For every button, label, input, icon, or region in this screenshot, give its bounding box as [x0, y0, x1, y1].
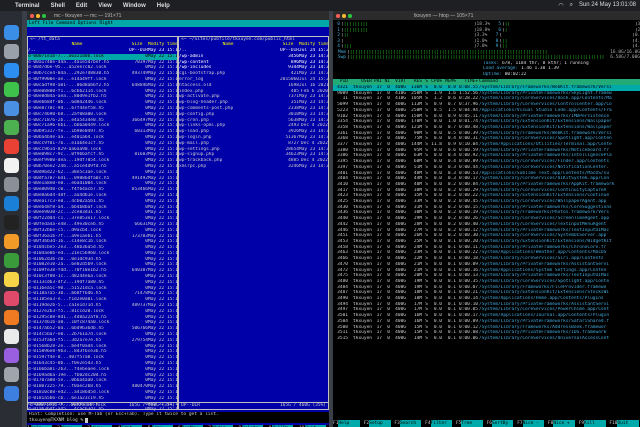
proc-mem: 0.1 — [447, 335, 456, 341]
mc-title-bar[interactable]: mc - tkxuyen — mc — 191×71 — [27, 11, 329, 20]
close-button[interactable] — [30, 13, 34, 18]
trash-icon[interactable] — [3, 367, 19, 382]
htop-key-kill[interactable]: F9Kill — [579, 420, 610, 427]
fkey-label: Tree — [461, 420, 483, 427]
htop-key-search[interactable]: F3Search — [394, 420, 425, 427]
fkey-label: Filter — [430, 420, 453, 427]
htop-key-setup[interactable]: F2Setup — [364, 420, 395, 427]
wifi-icon[interactable]: ◠ — [558, 2, 563, 9]
right-file-list[interactable]: /..UP--DIRJul 24 15:29/wp-admin3456May 2… — [179, 48, 328, 170]
fkey-label: SortBy — [491, 420, 514, 427]
close-button[interactable] — [336, 13, 340, 18]
menu-bar: Terminal Shell Edit View Window Help ◠ ⌕… — [0, 0, 640, 11]
podcasts-icon[interactable] — [3, 348, 19, 363]
zoom-button[interactable] — [348, 13, 352, 18]
minimize-button[interactable] — [36, 13, 40, 18]
htop-key-tree[interactable]: F5Tree — [456, 420, 487, 427]
mc-menu-bar[interactable]: Left File Command Options Right — [27, 20, 329, 27]
minimize-button[interactable] — [342, 13, 346, 18]
htop-key-quit[interactable]: F10Quit — [609, 420, 640, 427]
vim-icon[interactable] — [3, 253, 19, 268]
file-size: 3246 — [288, 163, 299, 169]
fkey-label: Nice - — [522, 420, 545, 427]
fkey-number: F10 — [609, 421, 618, 426]
htop-key-help[interactable]: F1Help — [333, 420, 364, 427]
left-file-list[interactable]: /..UP--DIRMay 23 15:18d-00071e1b-7...a63… — [28, 48, 177, 425]
left-disk-usage: 165G / 460G (35%) — [128, 403, 175, 408]
proc-user: tkxuyen — [353, 335, 372, 341]
file-mtime: May 23 14:38 — [299, 163, 328, 169]
proc-cmd: /System/Library/CoreServices/UniversalAc… — [479, 335, 610, 341]
terminal-icon[interactable] — [3, 215, 19, 230]
dock — [0, 11, 22, 427]
downloads-icon[interactable] — [3, 386, 19, 401]
mc-hint-area: Hint: Completion: use M-Tab (or Esc+Tab)… — [27, 412, 329, 423]
vscode-icon[interactable] — [3, 196, 19, 211]
activity-icon[interactable] — [3, 329, 19, 344]
mail-icon[interactable] — [3, 101, 19, 116]
launchpad-icon[interactable] — [3, 44, 19, 59]
clock[interactable]: Sun 24 May 13:01:08 — [579, 2, 636, 9]
htop-key-sortby[interactable]: F6SortBy — [487, 420, 518, 427]
mc-left-panel[interactable]: <─ /tt_data Name Size Modify time /.. UP-… — [27, 36, 178, 424]
fkey-label: Search — [399, 420, 422, 427]
settings-icon[interactable] — [3, 177, 19, 192]
cpu-meters: 0[||||||||| ]18.3%5[|| ]3.3%1[||||||||| … — [333, 20, 640, 50]
proc-time: 0:00.06 — [459, 335, 478, 341]
htop-terminal-window[interactable]: tkxuyen — htop — 105×71 0 [||||||||| ] 18.… — [333, 11, 640, 427]
app-store-icon[interactable] — [3, 310, 19, 325]
fkey-label: Nice + — [553, 420, 575, 427]
mc-window-title: mc - tkxuyen — mc — 191×71 — [54, 12, 122, 19]
file-name: xmlrpc.php — [179, 163, 207, 169]
htop-key-nice[interactable]: F8Nice + — [548, 420, 579, 427]
sublime-icon[interactable] — [3, 234, 19, 249]
menu-app-name[interactable]: Terminal — [15, 3, 40, 9]
uptime: Uptime: 00:02:22 — [483, 71, 527, 77]
menu-item[interactable]: Shell — [51, 3, 65, 9]
safari-icon[interactable] — [3, 63, 19, 78]
messages-icon[interactable] — [3, 82, 19, 97]
htop-window-title: tkxuyen — htop — 105×71 — [414, 12, 474, 19]
chrome-icon[interactable] — [3, 139, 19, 154]
file-row[interactable]: xmlrpc.php 3246May 23 14:38 — [179, 164, 328, 170]
menu-item[interactable]: Edit — [76, 3, 87, 9]
proc-ni: 0 — [387, 335, 390, 341]
zoom-button[interactable] — [42, 13, 46, 18]
htop-key-filter[interactable]: F4Filter — [425, 420, 456, 427]
notes-icon[interactable] — [3, 272, 19, 287]
right-disk-usage: 165G / 460G (35%) — [279, 403, 326, 408]
shortcuts-icon[interactable] — [3, 291, 19, 306]
maps-icon[interactable] — [3, 120, 19, 135]
left-panel-footer: d-00071e1b-7...a6321d0b.lock 165G / 460G… — [28, 402, 177, 408]
proc-virt: 400G — [395, 335, 406, 341]
calendar-icon[interactable] — [3, 158, 19, 173]
menu-item[interactable]: Help — [157, 3, 170, 9]
search-icon[interactable]: ⌕ — [570, 2, 573, 9]
mc-terminal-window[interactable]: mc - tkxuyen — mc — 191×71 Left File Com… — [27, 11, 329, 427]
right-panel-footer: UP--DIR 165G / 460G (35%) — [179, 402, 328, 408]
mc-command-prompt[interactable]: tkxuyen@TKXNM blog % _ — [29, 417, 329, 424]
proc-res: 14M — [413, 335, 422, 341]
fkey-label: Kill — [584, 420, 606, 427]
htop-title-bar[interactable]: tkxuyen — htop — 105×71 — [333, 11, 640, 20]
proc-pid: 3515 — [337, 335, 348, 341]
finder-icon[interactable] — [3, 25, 19, 40]
menu-item[interactable]: Window — [123, 3, 146, 9]
htop-key-nice[interactable]: F7Nice - — [517, 420, 548, 427]
menu-item[interactable]: View — [98, 3, 112, 9]
proc-pri: 17 — [376, 335, 382, 341]
fkey-label: Quit — [617, 420, 639, 427]
process-row[interactable]: 3515 tkxuyen 17 0 400G 14M S 0.0 0.1 0:00.06/Syst… — [333, 336, 640, 342]
proc-cpu: 0.0 — [433, 335, 442, 341]
mc-right-panel[interactable]: <─ ~/Sites/pubfile/tkxuyen.com/public_ht… — [178, 36, 329, 410]
fkey-label: Setup — [369, 420, 391, 427]
process-list[interactable]: 4321 tkxuyen 17 0 400G 136M S 0.0 0.8 0:08.55/Sys… — [333, 85, 640, 342]
htop-function-keys: F1Help F2Setup F3Search F4Filter F5Tree F6Sor… — [333, 420, 640, 427]
fkey-label: Help — [338, 420, 360, 427]
